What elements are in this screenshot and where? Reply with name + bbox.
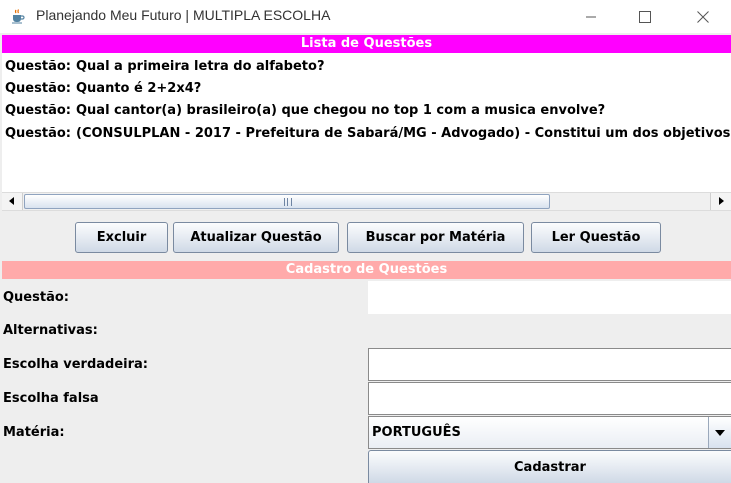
list-item[interactable]: Questão: Quanto é 2+2x4? [5,78,201,100]
false-choice-field[interactable] [368,382,731,415]
question-text: Quanto é 2+2x4? [76,81,202,96]
list-item[interactable]: Questão: Qual cantor(a) brasileiro(a) que… [5,100,605,122]
search-by-subject-button[interactable]: Buscar por Matéria [347,222,524,253]
subject-select[interactable]: PORTUGUÊS [368,416,731,449]
window-title: Planejando Meu Futuro | MULTIPLA ESCOLHA [36,7,331,23]
register-button[interactable]: Cadastrar [368,450,731,483]
question-field[interactable] [368,281,731,314]
list-item[interactable]: Questão: Qual a primeira letra do alfabet… [5,56,325,78]
maximize-icon [639,10,651,23]
close-button[interactable] [680,0,726,33]
question-prefix: Questão: [5,103,71,118]
close-icon [697,10,709,23]
question-prefix: Questão: [5,59,71,74]
list-section-header: Lista de Questões [2,35,731,53]
minimize-button[interactable] [568,0,614,33]
scroll-left-button[interactable] [2,193,23,210]
maximize-button[interactable] [622,0,668,33]
question-text: (CONSULPLAN - 2017 - Prefeitura de Sabar… [76,126,731,141]
form-section-header: Cadastro de Questões [2,261,731,279]
questions-list[interactable]: Questão: Qual a primeira letra do alfabet… [2,53,731,192]
subject-label: Matéria: [3,425,65,440]
arrow-left-icon [9,194,15,209]
window-title-bar: Planejando Meu Futuro | MULTIPLA ESCOLHA [0,0,731,33]
arrow-right-icon [718,194,724,209]
subject-selected-value: PORTUGUÊS [372,425,461,440]
scroll-right-button[interactable] [710,193,731,210]
scroll-thumb[interactable] [24,194,550,209]
question-text: Qual a primeira letra do alfabeto? [76,59,325,74]
minimize-icon [585,11,597,23]
false-choice-label: Escolha falsa [3,391,99,406]
question-label: Questão: [3,290,69,305]
read-question-button[interactable]: Ler Questão [531,222,661,253]
java-coffee-cup-icon [10,8,26,24]
question-text: Qual cantor(a) brasileiro(a) que chegou … [76,103,606,118]
alternatives-label: Alternativas: [3,323,98,338]
true-choice-field[interactable] [368,348,731,381]
chevron-down-icon[interactable] [708,417,731,448]
list-item[interactable]: Questão: (CONSULPLAN - 2017 - Prefeitura … [5,123,731,145]
grip-icon [284,198,292,206]
delete-button[interactable]: Excluir [75,222,168,253]
update-question-button[interactable]: Atualizar Questão [173,222,339,253]
horizontal-scrollbar[interactable] [2,192,731,211]
question-prefix: Questão: [5,126,71,141]
question-prefix: Questão: [5,81,71,96]
true-choice-label: Escolha verdadeira: [3,357,149,372]
